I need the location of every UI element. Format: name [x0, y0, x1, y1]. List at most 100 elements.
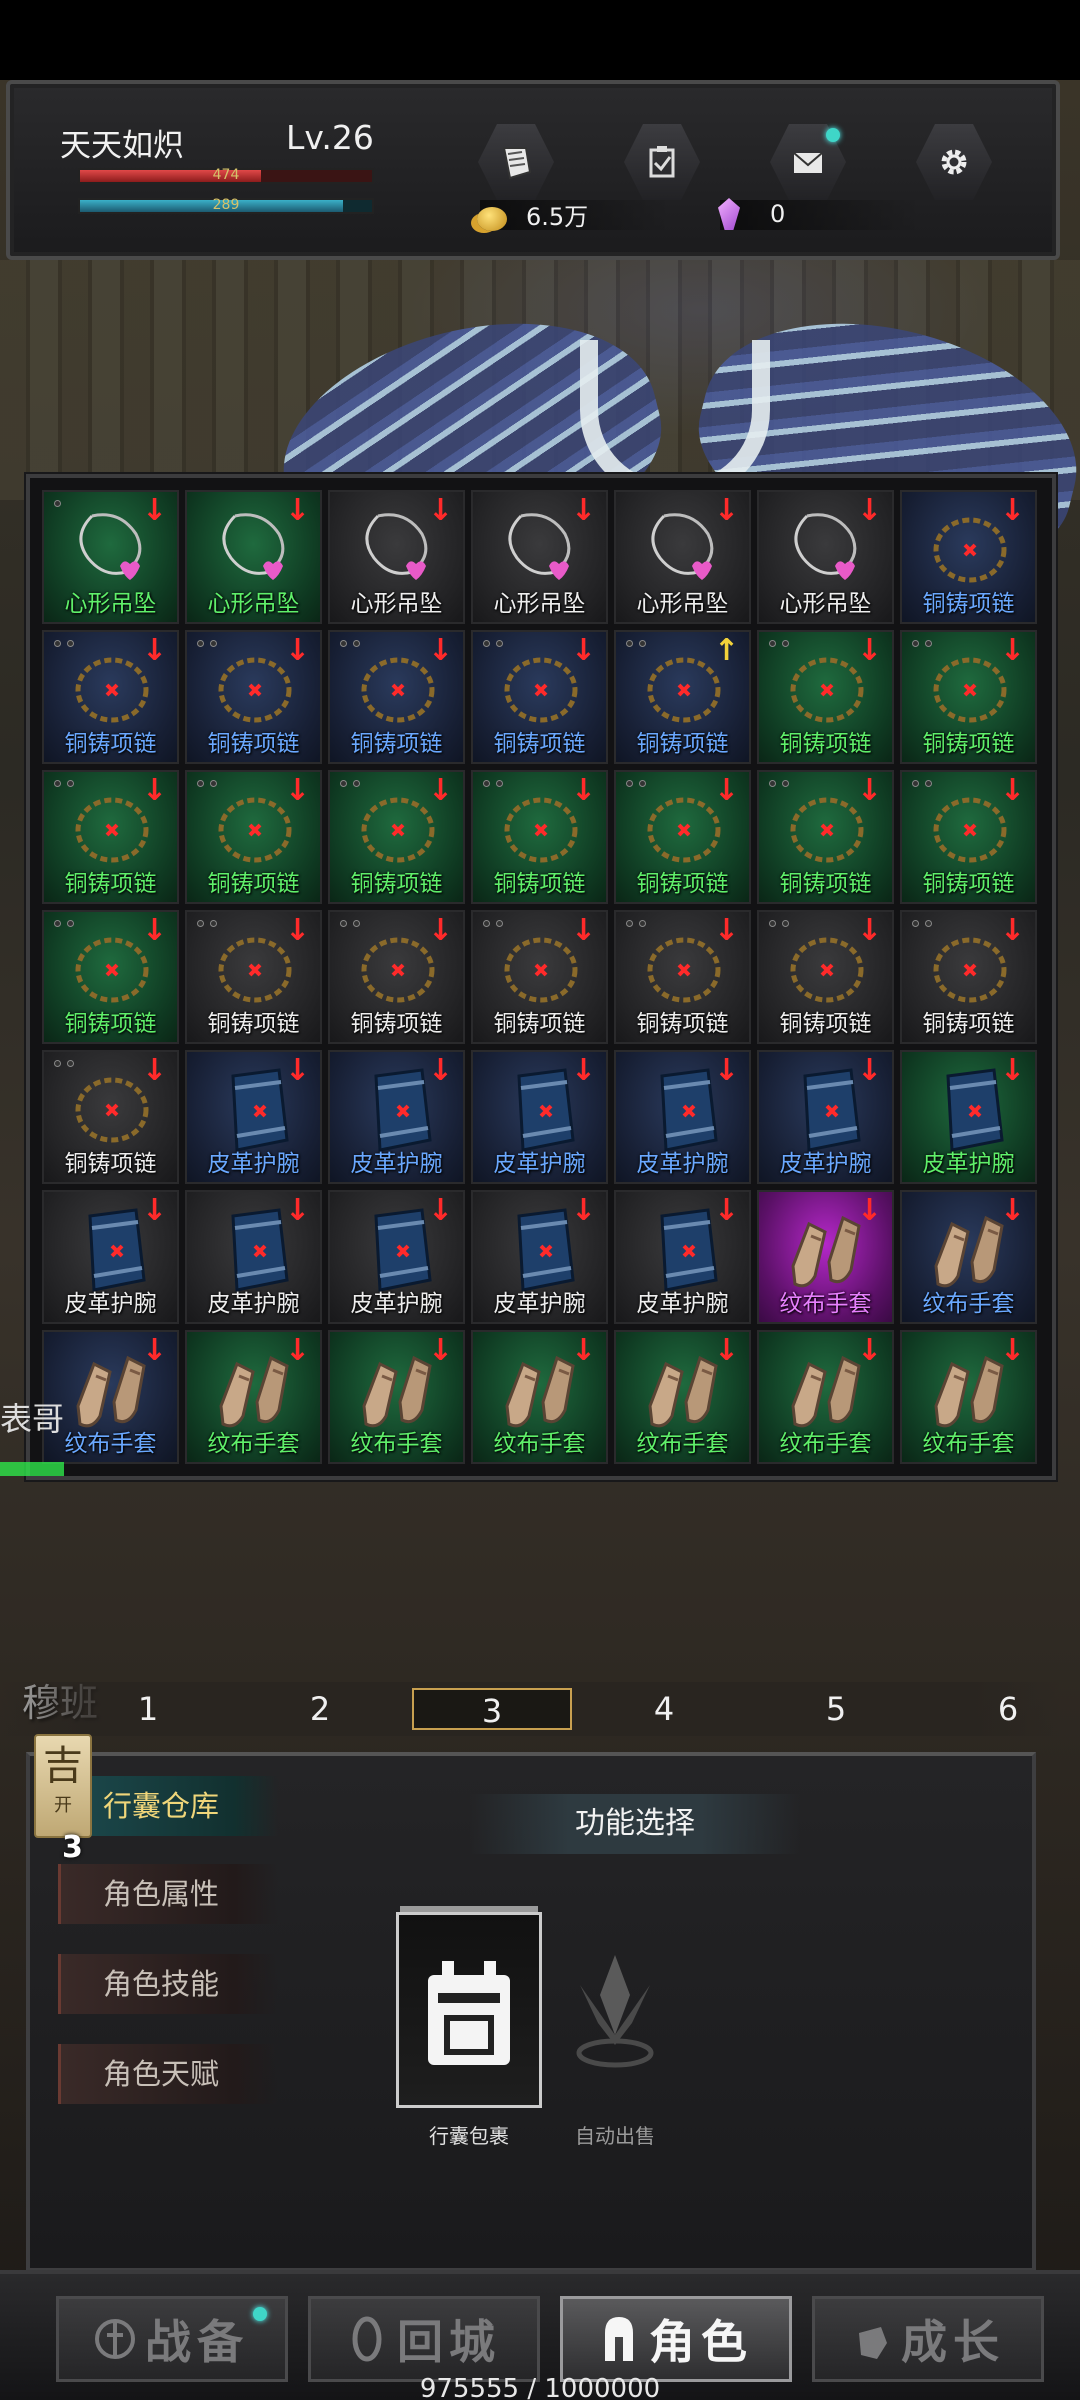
- inventory-slot[interactable]: ↓ 铜铸项链: [185, 630, 322, 764]
- inventory-slot[interactable]: ↓ 心形吊坠: [42, 490, 179, 624]
- inventory-slot[interactable]: ↓ 铜铸项链: [42, 910, 179, 1044]
- inventory-slot[interactable]: ↓ 铜铸项链: [328, 910, 465, 1044]
- inventory-slot[interactable]: ↓ 铜铸项链: [900, 630, 1037, 764]
- compare-arrow-down-icon: ↓: [856, 773, 882, 808]
- compare-arrow-down-icon: ↓: [427, 1193, 453, 1228]
- lucky-badge[interactable]: 吉 开 3: [10, 1734, 106, 1865]
- inventory-slot[interactable]: ↓ 纹布手套: [185, 1330, 322, 1464]
- inventory-slot[interactable]: ↓ 皮革护腕: [614, 1190, 751, 1324]
- inventory-slot[interactable]: ↓ 皮革护腕: [614, 1050, 751, 1184]
- feature-bag-package-label: 行囊包裹: [429, 2124, 509, 2148]
- item-name: 皮革护腕: [493, 1291, 586, 1317]
- player-level: Lv.26: [286, 118, 374, 157]
- inventory-slot[interactable]: ↓ 铜铸项链: [471, 910, 608, 1044]
- item-name: 铜铸项链: [64, 731, 157, 757]
- compare-arrow-down-icon: ↓: [713, 1053, 739, 1088]
- item-name: 纹布手套: [493, 1431, 586, 1457]
- menu-item-skills[interactable]: 角色技能: [58, 1954, 278, 2014]
- inventory-slot[interactable]: ↓ 铜铸项链: [471, 770, 608, 904]
- inventory-slot[interactable]: ↓ 铜铸项链: [185, 770, 322, 904]
- feature-bag-package-frame: [396, 1912, 542, 2108]
- auto-sell-sword-icon: [576, 1955, 654, 2068]
- inventory-slot[interactable]: ↓ 皮革护腕: [471, 1050, 608, 1184]
- compare-arrow-down-icon: ↓: [856, 913, 882, 948]
- inventory-slot[interactable]: ↓ 皮革护腕: [328, 1190, 465, 1324]
- checklist-button[interactable]: [624, 124, 700, 200]
- inventory-slot[interactable]: ↓ 心形吊坠: [614, 490, 751, 624]
- page-tab-4[interactable]: 4: [584, 1688, 744, 1730]
- settings-button[interactable]: [916, 124, 992, 200]
- item-name: 铜铸项链: [636, 871, 729, 897]
- compare-arrow-down-icon: ↓: [713, 913, 739, 948]
- inventory-slot[interactable]: ↓ 皮革护腕: [185, 1190, 322, 1324]
- page-tab-5[interactable]: 5: [756, 1688, 916, 1730]
- inventory-slot[interactable]: ↓ 纹布手套: [900, 1330, 1037, 1464]
- inventory-slot[interactable]: ↓ 铜铸项链: [42, 1050, 179, 1184]
- inventory-slot[interactable]: ↓ 纹布手套: [614, 1330, 751, 1464]
- nav-button-1[interactable]: 回城: [308, 2296, 540, 2382]
- inventory-slot[interactable]: ↓ 铜铸项链: [42, 630, 179, 764]
- inventory-slot[interactable]: ↓ 纹布手套: [328, 1330, 465, 1464]
- inventory-slot[interactable]: ↓ 铜铸项链: [42, 770, 179, 904]
- inventory-slot[interactable]: ↓ 铜铸项链: [900, 490, 1037, 624]
- inventory-slot[interactable]: ↓ 纹布手套: [757, 1190, 894, 1324]
- purple-gem-icon: [718, 198, 740, 230]
- compare-arrow-down-icon: ↓: [427, 493, 453, 528]
- inventory-slot[interactable]: ↓ 皮革护腕: [757, 1050, 894, 1184]
- inventory-slot[interactable]: ↓ 铜铸项链: [614, 770, 751, 904]
- compare-arrow-down-icon: ↓: [284, 1193, 310, 1228]
- compare-arrow-up-icon: ↑: [713, 633, 739, 668]
- inventory-slot[interactable]: ↓ 纹布手套: [757, 1330, 894, 1464]
- inventory-slot[interactable]: ↓ 铜铸项链: [900, 770, 1037, 904]
- page-tab-1[interactable]: 1: [68, 1688, 228, 1730]
- page-tab-6[interactable]: 6: [928, 1688, 1080, 1730]
- inventory-slot[interactable]: ↓ 铜铸项链: [757, 770, 894, 904]
- inventory-slot[interactable]: ↓ 皮革护腕: [185, 1050, 322, 1184]
- compare-arrow-down-icon: ↓: [999, 1193, 1025, 1228]
- nav-button-0[interactable]: 战备: [56, 2296, 288, 2382]
- item-name: 铜铸项链: [493, 731, 586, 757]
- item-name: 皮革护腕: [350, 1151, 443, 1177]
- inventory-slot[interactable]: ↓ 铜铸项链: [900, 910, 1037, 1044]
- inventory-slot[interactable]: ↓ 铜铸项链: [328, 630, 465, 764]
- inventory-slot[interactable]: ↓ 心形吊坠: [328, 490, 465, 624]
- compare-arrow-down-icon: ↓: [284, 633, 310, 668]
- feature-bag-package[interactable]: 行囊包裹: [396, 1912, 542, 2149]
- inventory-slot[interactable]: ↓ 铜铸项链: [614, 910, 751, 1044]
- inventory-slot[interactable]: ↓ 皮革护腕: [900, 1050, 1037, 1184]
- compare-arrow-down-icon: ↓: [427, 1333, 453, 1368]
- quest-scroll-icon: [502, 147, 532, 180]
- inventory-slot[interactable]: ↓ 皮革护腕: [42, 1190, 179, 1324]
- compare-arrow-down-icon: ↓: [141, 1193, 167, 1228]
- experience-text: 975555 / 1000000: [419, 2374, 661, 2400]
- item-name: 铜铸项链: [636, 731, 729, 757]
- inventory-slot[interactable]: ↓ 心形吊坠: [185, 490, 322, 624]
- item-name: 铜铸项链: [350, 871, 443, 897]
- nav-button-2[interactable]: 角色: [560, 2296, 792, 2382]
- compare-arrow-down-icon: ↓: [570, 773, 596, 808]
- inventory-slot[interactable]: ↑ 铜铸项链: [614, 630, 751, 764]
- knight-helmet-icon: [605, 2317, 633, 2361]
- inventory-slot[interactable]: ↓ 皮革护腕: [328, 1050, 465, 1184]
- inventory-slot[interactable]: ↓ 铜铸项链: [757, 630, 894, 764]
- quest-scroll-button[interactable]: [478, 124, 554, 200]
- item-name: 心形吊坠: [64, 591, 157, 617]
- inventory-slot[interactable]: ↓ 心形吊坠: [757, 490, 894, 624]
- inventory-slot[interactable]: ↓ 铜铸项链: [757, 910, 894, 1044]
- item-name: 铜铸项链: [493, 871, 586, 897]
- item-name: 铜铸项链: [207, 871, 300, 897]
- inventory-grid: ↓ 心形吊坠 ↓ 心形吊坠 ↓ 心形吊坠 ↓ 心形吊坠 ↓ 心形吊坠 ↓ 心形吊坠 ↓ 铜铸项链 ↓ 铜铸项链…: [42, 490, 1037, 1464]
- menu-item-talents[interactable]: 角色天赋: [58, 2044, 278, 2104]
- inventory-slot[interactable]: ↓ 纹布手套: [900, 1190, 1037, 1324]
- inventory-slot[interactable]: ↓ 铜铸项链: [185, 910, 322, 1044]
- menu-item-attributes[interactable]: 角色属性: [58, 1864, 278, 1924]
- page-tab-2[interactable]: 2: [240, 1688, 400, 1730]
- inventory-slot[interactable]: ↓ 心形吊坠: [471, 490, 608, 624]
- inventory-slot[interactable]: ↓ 铜铸项链: [471, 630, 608, 764]
- nav-button-3[interactable]: 成长: [812, 2296, 1044, 2382]
- inventory-slot[interactable]: ↓ 纹布手套: [471, 1330, 608, 1464]
- inventory-slot[interactable]: ↓ 皮革护腕: [471, 1190, 608, 1324]
- inventory-slot[interactable]: ↓ 铜铸项链: [328, 770, 465, 904]
- page-tab-3[interactable]: 3: [412, 1688, 572, 1730]
- feature-auto-sell[interactable]: 自动出售: [542, 1912, 688, 2149]
